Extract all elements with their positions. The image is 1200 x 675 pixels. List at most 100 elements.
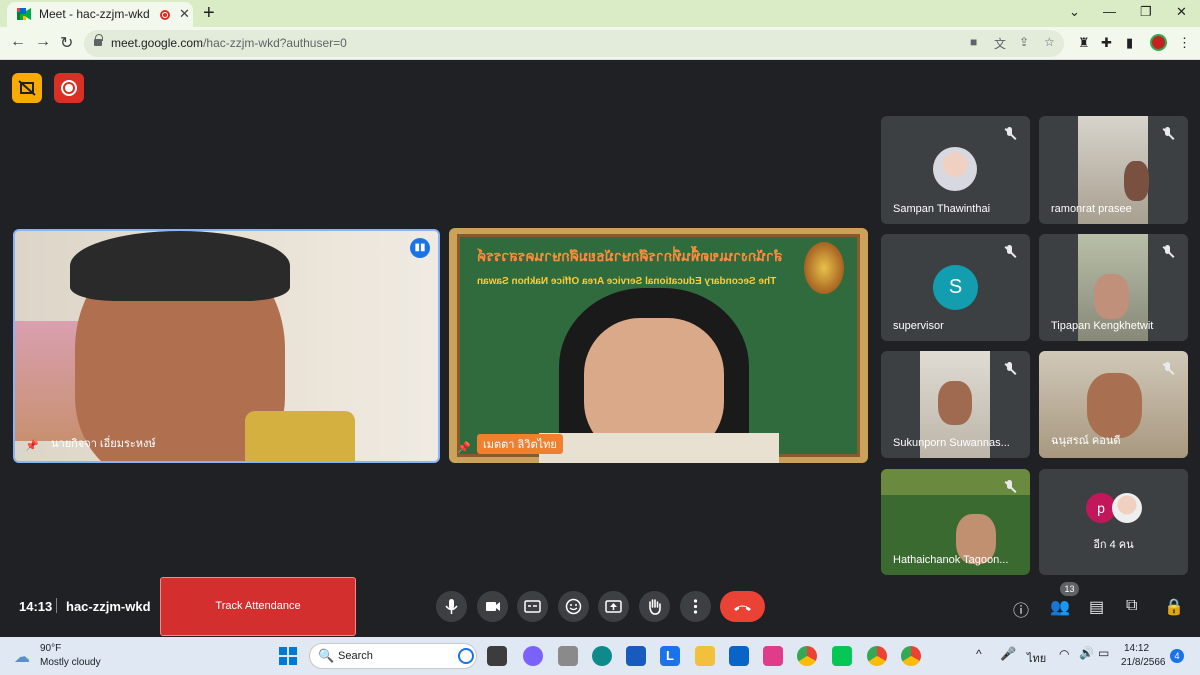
close-window-button[interactable]: ✕ (1176, 4, 1187, 20)
l-app-icon[interactable]: L (660, 646, 680, 666)
participant-tile[interactable]: Sampan Thawinthai (881, 116, 1030, 224)
participant-face (938, 381, 972, 425)
new-tab-button[interactable]: + (203, 2, 215, 25)
emoji-button[interactable] (558, 591, 589, 622)
clock-time[interactable]: 14:12 (1124, 643, 1149, 654)
snipping-tool-icon[interactable] (763, 646, 783, 666)
avatar (1112, 493, 1142, 523)
task-view-icon[interactable] (487, 646, 507, 666)
end-call-icon (734, 605, 751, 611)
line-icon[interactable] (832, 646, 852, 666)
leave-call-button[interactable] (720, 591, 765, 622)
raise-hand-button[interactable] (639, 591, 670, 622)
teams-chat-icon[interactable] (523, 646, 543, 666)
bookmark-star-icon[interactable]: ☆ (1044, 35, 1055, 49)
taskbar-search-box[interactable]: 🔍 Search (309, 643, 477, 669)
captions-off-button[interactable] (12, 73, 42, 103)
participant-tile[interactable]: ฉนุสรณ์ คอนดี (1039, 351, 1188, 458)
participant-name: supervisor (893, 320, 944, 332)
no-video-icon (18, 80, 36, 96)
mail-icon[interactable] (729, 646, 749, 666)
windows-start-icon[interactable] (279, 647, 297, 665)
share-icon[interactable]: ⇪ (1019, 35, 1029, 49)
mic-off-icon (1002, 244, 1018, 260)
emoji-icon (565, 598, 582, 615)
chrome-menu-icon[interactable]: ⋮ (1178, 35, 1191, 51)
participant-count-badge: 13 (1060, 582, 1079, 596)
mic-off-icon (1160, 126, 1176, 142)
microphone-tray-icon[interactable]: 🎤 (1000, 646, 1016, 662)
lock-icon (94, 34, 103, 48)
host-controls-icon[interactable]: 🔒 (1164, 597, 1184, 617)
speaking-indicator-icon: ▮▮ (410, 238, 430, 258)
pin-icon[interactable]: 📌 (25, 439, 39, 452)
present-button[interactable] (598, 591, 629, 622)
participant-name: เมตตา ลิวิตไทย (477, 434, 563, 454)
tab-bar: Meet - hac-zzjm-wkd ✕ + ⌄ — ❐ ✕ (0, 0, 1200, 27)
minimize-button[interactable]: — (1103, 4, 1116, 19)
word-icon[interactable] (626, 646, 646, 666)
clock-date[interactable]: 21/8/2566 (1121, 657, 1166, 668)
profile-avatar[interactable] (1150, 34, 1167, 51)
meeting-info-icon[interactable]: ⓘ (1013, 597, 1029, 621)
participant-name: นายกิจจา เอี่ยมระหงษ์ (51, 438, 156, 450)
chrome-icon[interactable] (797, 646, 817, 666)
recording-button[interactable] (54, 73, 84, 103)
file-explorer-icon[interactable] (695, 646, 715, 666)
maximize-button[interactable]: ❐ (1140, 4, 1152, 20)
banner-thai: สำนักงานเขตพื้นที่การศึกษามัธยมศึกษานครส… (477, 248, 783, 264)
back-icon[interactable]: ← (10, 33, 26, 51)
reload-icon[interactable]: ↻ (60, 33, 73, 53)
weather-desc: Mostly cloudy (40, 657, 101, 668)
participant-name: Hathaichanok Tagoon... (893, 554, 1009, 566)
extensions-puzzle-icon[interactable]: ✚ (1101, 35, 1112, 51)
side-panel-icon[interactable]: ▮ (1126, 35, 1133, 51)
browser-tab[interactable]: Meet - hac-zzjm-wkd ✕ (7, 2, 193, 27)
hand-icon (649, 599, 661, 615)
others-tile[interactable]: p อีก 4 คน (1039, 469, 1188, 575)
pin-icon[interactable]: 📌 (457, 441, 471, 454)
participant-name: ฉนุสรณ์ คอนดี (1051, 435, 1121, 447)
extension-avatar-icon[interactable]: ♜ (1078, 35, 1090, 51)
address-bar[interactable]: meet.google.com/hac-zzjm-wkd?authuser=0 … (84, 30, 1064, 57)
chevron-up-icon[interactable]: ^ (976, 647, 982, 661)
main-video-tile-presenter[interactable]: สำนักงานเขตพื้นที่การศึกษามัธยมศึกษานครส… (449, 228, 868, 463)
tab-close-icon[interactable]: ✕ (179, 6, 190, 22)
app-icon[interactable] (558, 646, 578, 666)
mic-button[interactable] (436, 591, 467, 622)
notification-badge[interactable]: 4 (1170, 649, 1184, 663)
participant-tile[interactable]: Tipapan Kengkhetwit (1039, 234, 1188, 341)
forward-icon[interactable]: → (35, 33, 51, 51)
wifi-icon[interactable]: ◠ (1059, 647, 1069, 661)
mic-off-icon (1160, 361, 1176, 377)
input-language[interactable]: ไทย (1027, 649, 1046, 667)
present-screen-icon (605, 600, 622, 613)
chrome-profile-icon[interactable] (867, 646, 887, 666)
participant-tile[interactable]: Hathaichanok Tagoon... (881, 469, 1030, 575)
camera-in-use-icon[interactable]: ■ (970, 35, 977, 49)
more-vert-icon (693, 599, 698, 614)
camera-button[interactable] (477, 591, 508, 622)
mic-off-icon (1002, 126, 1018, 142)
tab-search-icon[interactable]: ⌄ (1069, 4, 1080, 20)
volume-icon[interactable]: 🔊 (1079, 646, 1094, 660)
weather-cloud-icon[interactable]: ☁ (14, 647, 30, 667)
banner-english: The Secondary Educational Service Area O… (477, 276, 777, 287)
avatar (933, 147, 977, 191)
participant-tile[interactable]: S supervisor (881, 234, 1030, 341)
people-icon[interactable]: 👥 (1050, 597, 1070, 617)
track-attendance-button[interactable]: Track Attendance (160, 577, 356, 636)
others-label: อีก 4 คน (1093, 539, 1134, 551)
chrome-profile-icon[interactable] (901, 646, 921, 666)
chat-icon[interactable]: ▤ (1089, 597, 1104, 617)
participant-tile[interactable]: Sukunporn Suwannas... (881, 351, 1030, 458)
participant-face (1087, 373, 1142, 438)
edge-icon[interactable] (592, 646, 612, 666)
main-video-tile-speaker[interactable]: ▮▮ 📌 นายกิจจา เอี่ยมระหงษ์ (13, 229, 440, 463)
translate-icon[interactable]: 文 (994, 35, 1006, 52)
captions-button[interactable] (517, 591, 548, 622)
more-options-button[interactable] (680, 591, 711, 622)
participant-tile[interactable]: ramonrat prasee (1039, 116, 1188, 224)
activities-icon[interactable]: ⧉ (1126, 597, 1137, 615)
battery-icon[interactable]: ▭ (1098, 646, 1109, 660)
